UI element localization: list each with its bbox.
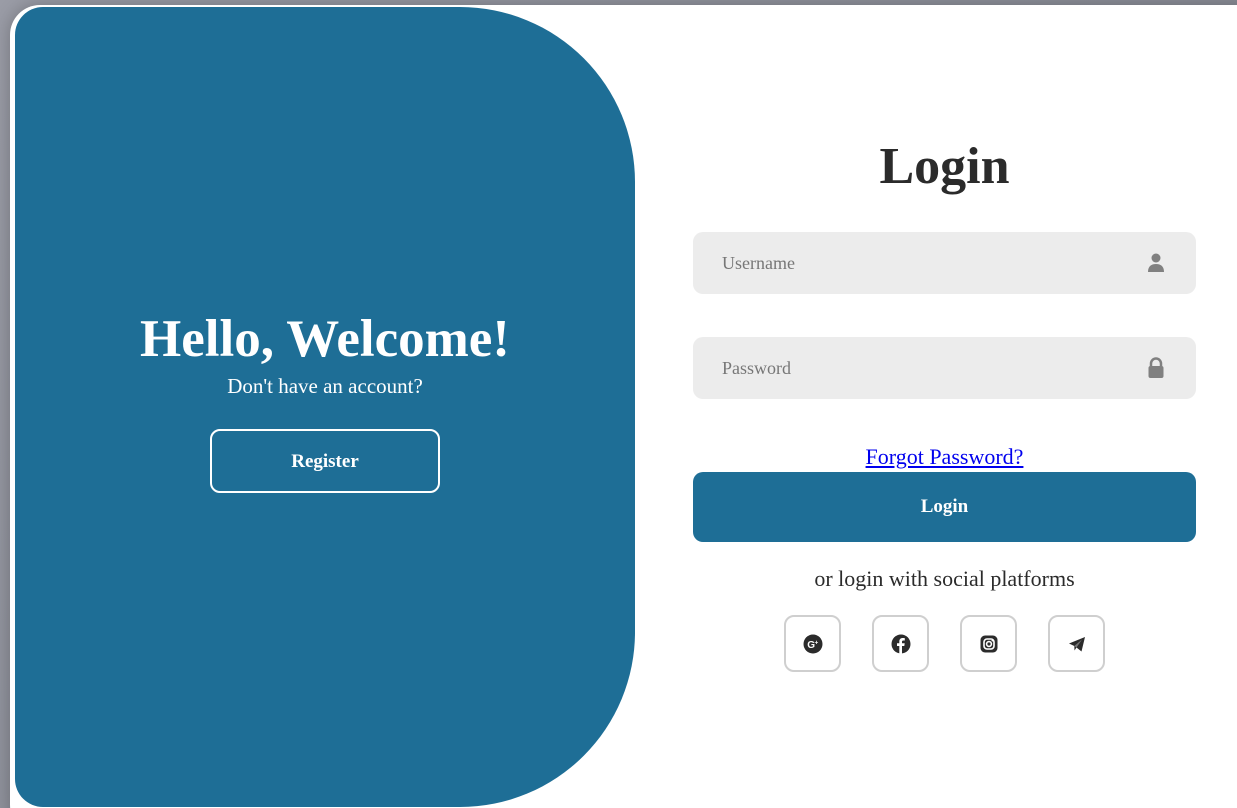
social-login-text: or login with social platforms [814, 566, 1075, 591]
instagram-button[interactable] [960, 615, 1017, 672]
welcome-panel: Hello, Welcome! Don't have an account? R… [15, 7, 635, 807]
username-input[interactable] [693, 232, 1196, 294]
login-button[interactable]: Login [693, 472, 1196, 542]
username-field-wrapper [693, 232, 1196, 294]
social-buttons: G + [693, 615, 1196, 672]
register-button[interactable]: Register [210, 429, 440, 493]
forgot-password-link[interactable]: Forgot Password? [693, 444, 1196, 470]
google-plus-icon: G + [803, 634, 822, 653]
telegram-icon [1068, 636, 1085, 651]
welcome-subtitle: Don't have an account? [227, 374, 423, 398]
user-icon [1146, 252, 1166, 274]
telegram-button[interactable] [1048, 615, 1105, 672]
google-plus-button[interactable]: G + [784, 615, 841, 672]
welcome-content: Hello, Welcome! Don't have an account? R… [15, 307, 635, 493]
login-title: Login [879, 138, 1010, 195]
instagram-icon [980, 635, 997, 652]
facebook-icon [891, 634, 910, 653]
lock-icon [1146, 357, 1166, 379]
auth-card: Hello, Welcome! Don't have an account? R… [10, 5, 1237, 808]
svg-text:+: + [814, 639, 818, 646]
facebook-button[interactable] [872, 615, 929, 672]
login-form: Login Forgot Password? Login or login wi… [693, 135, 1196, 672]
welcome-title: Hello, Welcome! [140, 310, 510, 368]
password-input[interactable] [693, 337, 1196, 399]
password-field-wrapper [693, 337, 1196, 399]
